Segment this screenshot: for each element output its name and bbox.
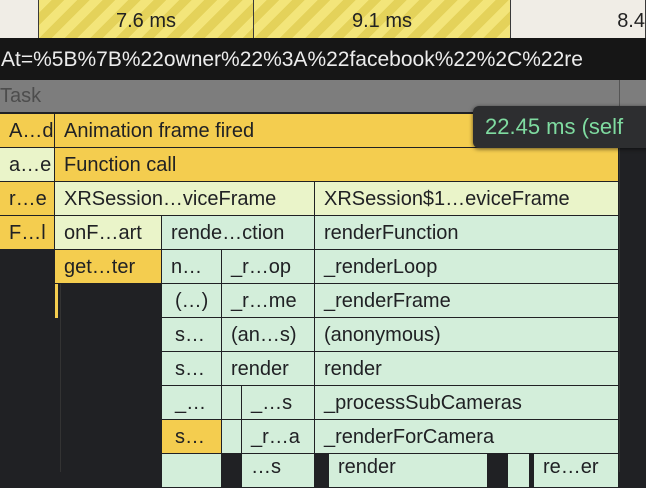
flame-entry[interactable]: _…s xyxy=(242,386,315,420)
flame-entry-sliver xyxy=(55,284,58,318)
network-request-bar[interactable]: At=%5B%7B%22owner%22%3A%22facebook%22%2C… xyxy=(0,38,646,80)
flame-entry[interactable]: …s xyxy=(242,454,315,488)
flame-entry[interactable]: A…d xyxy=(0,114,55,148)
flame-entry[interactable]: _r…me xyxy=(222,284,315,318)
frame-segment[interactable]: 7.6 ms xyxy=(39,0,254,38)
flame-entry[interactable]: _r…op xyxy=(222,250,315,284)
flame-entry[interactable]: _… xyxy=(162,386,222,420)
flame-entry[interactable]: (an…s) xyxy=(222,318,315,352)
flame-entry[interactable]: XRSession…viceFrame xyxy=(55,182,315,216)
flame-entry[interactable] xyxy=(162,454,222,488)
flame-entry[interactable]: s… xyxy=(162,352,222,386)
flame-entry[interactable]: re…er xyxy=(534,454,619,488)
flame-entry-anonymous[interactable]: (anonymous) xyxy=(315,318,619,352)
flame-entry[interactable]: n… xyxy=(162,250,222,284)
flame-entry[interactable]: _r…a xyxy=(242,420,315,454)
flame-entry-function-call[interactable]: Function call xyxy=(55,148,619,182)
self-time-tooltip: 22.45 ms (self xyxy=(473,106,646,148)
flame-entry[interactable]: render xyxy=(329,454,488,488)
flame-entry-render[interactable]: render xyxy=(315,352,619,386)
flame-entry-process-sub-cameras[interactable]: _processSubCameras xyxy=(315,386,619,420)
frame-segment[interactable]: 9.1 ms xyxy=(254,0,511,38)
flame-entry[interactable]: XRSession$1…eviceFrame xyxy=(315,182,619,216)
flame-entry-render-function[interactable]: renderFunction xyxy=(315,216,619,250)
flame-entry[interactable]: r…e xyxy=(0,182,55,216)
task-label: Task xyxy=(0,85,42,107)
flame-entry[interactable] xyxy=(222,420,242,454)
flame-entry[interactable]: s… xyxy=(162,420,222,454)
flame-entry[interactable] xyxy=(508,454,530,488)
flame-entry[interactable]: rende…ction xyxy=(162,216,315,250)
frame-segment[interactable]: 8.4 m xyxy=(511,0,646,74)
flame-entry-render-for-camera[interactable]: _renderForCamera xyxy=(315,420,619,454)
grid-line xyxy=(60,284,61,472)
flame-entry[interactable]: get…ter xyxy=(55,250,162,284)
flame-entry[interactable]: (…) xyxy=(162,284,222,318)
flame-entry[interactable]: render xyxy=(222,352,315,386)
flame-entry[interactable]: a…e xyxy=(0,148,55,182)
flame-entry[interactable]: s… xyxy=(162,318,222,352)
flame-entry[interactable]: onF…art xyxy=(55,216,162,250)
flame-entry-render-loop[interactable]: _renderLoop xyxy=(315,250,619,284)
flame-entry[interactable] xyxy=(222,386,242,420)
frames-track: 7.6 ms 9.1 ms 8.4 m xyxy=(0,0,646,74)
grid-line xyxy=(619,114,620,472)
flame-entry-render-frame[interactable]: _renderFrame xyxy=(315,284,619,318)
frame-segment[interactable] xyxy=(0,0,39,38)
flame-entry[interactable]: F…l xyxy=(0,216,55,250)
